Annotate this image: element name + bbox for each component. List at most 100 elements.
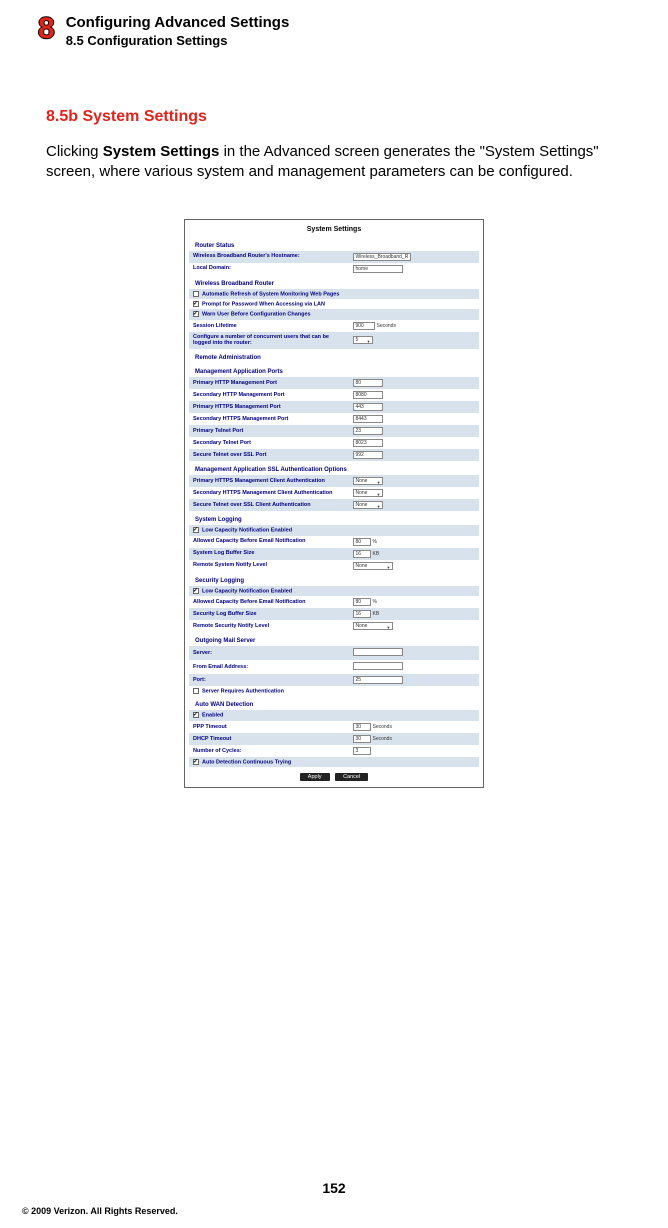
allowed-capacity-input[interactable]: 80 (353, 538, 371, 546)
sec-low-capacity-label: Low Capacity Notification Enabled (202, 588, 292, 594)
secondary-https-auth-select[interactable]: None (353, 489, 383, 497)
sec-low-capacity-checkbox[interactable] (193, 588, 199, 594)
mgmt-ports-label: Management Application Ports (189, 363, 479, 377)
cancel-button[interactable]: Cancel (335, 773, 368, 781)
sec-remote-notify-label: Remote Security Notify Level (189, 620, 349, 632)
prompt-password-checkbox[interactable] (193, 301, 199, 307)
dhcp-timeout-input[interactable]: 30 (353, 735, 371, 743)
content-area: 8.5b System Settings Clicking System Set… (0, 48, 668, 788)
server-auth-checkbox[interactable] (193, 688, 199, 694)
copyright-text: © 2009 Verizon. All Rights Reserved. (22, 1206, 178, 1216)
chapter-number: 8 (38, 14, 54, 44)
primary-telnet-input[interactable]: 23 (353, 427, 383, 435)
dhcp-timeout-label: DHCP Timeout (189, 733, 349, 745)
remote-notify-select[interactable]: None (353, 562, 393, 570)
server-label: Server: (189, 646, 349, 660)
cycles-input[interactable]: 3 (353, 747, 371, 755)
secondary-telnet-input[interactable]: 8023 (353, 439, 383, 447)
secondary-http-input[interactable]: 8080 (353, 391, 383, 399)
ppp-timeout-label: PPP Timeout (189, 721, 349, 733)
auto-wan-label: Auto WAN Detection (189, 696, 479, 710)
dhcp-seconds-unit: Seconds (373, 736, 392, 742)
security-logging-label: Security Logging (189, 572, 479, 586)
ssl-auth-label: Management Application SSL Authenticatio… (189, 461, 479, 475)
primary-https-input[interactable]: 443 (353, 403, 383, 411)
continuous-trying-checkbox[interactable] (193, 759, 199, 765)
button-row: Apply Cancel (189, 767, 479, 781)
secondary-https-label: Secondary HTTPS Management Port (189, 413, 349, 425)
wan-enabled-checkbox[interactable] (193, 712, 199, 718)
warn-changes-checkbox[interactable] (193, 311, 199, 317)
mail-server-label: Outgoing Mail Server (189, 632, 479, 646)
chapter-subtitle: 8.5 Configuration Settings (66, 33, 290, 48)
hostname-label: Wireless Broadband Router's Hostname: (189, 251, 349, 263)
server-input[interactable] (353, 648, 403, 656)
local-domain-input[interactable]: home (353, 265, 403, 273)
sec-buffer-size-input[interactable]: 16 (353, 610, 371, 618)
figure-container: System Settings Router Status Wireless B… (46, 219, 622, 789)
wbr-section-label: Wireless Broadband Router (189, 275, 479, 289)
concurrent-users-select[interactable]: 5 (353, 336, 373, 344)
buffer-size-input[interactable]: 16 (353, 550, 371, 558)
allowed-capacity-label: Allowed Capacity Before Email Notificati… (189, 536, 349, 548)
ssl-telnet-input[interactable]: 992 (353, 451, 383, 459)
mail-server-table: Server: From Email Address: Port:25 Serv… (189, 646, 479, 696)
sec-percent-unit: % (373, 599, 377, 605)
low-capacity-label: Low Capacity Notification Enabled (202, 528, 292, 534)
mail-port-label: Port: (189, 674, 349, 686)
page-number: 152 (0, 1180, 668, 1196)
figure-title: System Settings (189, 224, 479, 237)
secondary-https-input[interactable]: 8443 (353, 415, 383, 423)
from-email-label: From Email Address: (189, 660, 349, 674)
primary-https-auth-select[interactable]: None (353, 477, 383, 485)
cycles-label: Number of Cycles: (189, 745, 349, 757)
mail-port-input[interactable]: 25 (353, 676, 403, 684)
ssl-auth-table: Primary HTTPS Management Client Authenti… (189, 475, 479, 511)
prompt-password-label: Prompt for Password When Accessing via L… (202, 301, 325, 307)
ppp-seconds-unit: Seconds (373, 724, 392, 730)
local-domain-label: Local Domain: (189, 263, 349, 275)
session-lifetime-label: Session Lifetime (189, 320, 349, 332)
sec-buffer-size-label: Security Log Buffer Size (189, 608, 349, 620)
continuous-trying-label: Auto Detection Continuous Trying (202, 759, 291, 765)
section-heading: 8.5b System Settings (46, 108, 622, 126)
sec-allowed-capacity-label: Allowed Capacity Before Email Notificati… (189, 596, 349, 608)
auto-wan-table: Enabled PPP Timeout30Seconds DHCP Timeou… (189, 710, 479, 767)
secondary-https-auth-label: Secondary HTTPS Management Client Authen… (189, 487, 349, 499)
session-lifetime-input[interactable]: 900 (353, 322, 375, 330)
primary-http-input[interactable]: 80 (353, 379, 383, 387)
router-status-table: Wireless Broadband Router's Hostname: Wir… (189, 251, 479, 275)
system-settings-screenshot: System Settings Router Status Wireless B… (184, 219, 484, 789)
buffer-size-label: System Log Buffer Size (189, 548, 349, 560)
router-status-label: Router Status (189, 237, 479, 251)
apply-button[interactable]: Apply (300, 773, 330, 781)
ppp-timeout-input[interactable]: 30 (353, 723, 371, 731)
mgmt-ports-table: Primary HTTP Management Port 80 Secondary… (189, 377, 479, 461)
secondary-http-label: Secondary HTTP Management Port (189, 389, 349, 401)
wbr-table: Automatic Refresh of System Monitoring W… (189, 289, 479, 350)
auto-refresh-label: Automatic Refresh of System Monitoring W… (202, 291, 339, 297)
primary-http-label: Primary HTTP Management Port (189, 377, 349, 389)
auto-refresh-checkbox[interactable] (193, 291, 199, 297)
sec-remote-notify-select[interactable]: None (353, 622, 393, 630)
remote-notify-label: Remote System Notify Level (189, 560, 349, 572)
seconds-unit: Seconds (377, 323, 396, 329)
primary-https-label: Primary HTTPS Management Port (189, 401, 349, 413)
ssl-telnet-label: Secure Telnet over SSL Port (189, 449, 349, 461)
kb-unit: KB (373, 551, 380, 557)
body-paragraph: Clicking System Settings in the Advanced… (46, 142, 622, 183)
secondary-telnet-label: Secondary Telnet Port (189, 437, 349, 449)
secure-telnet-auth-select[interactable]: None (353, 501, 383, 509)
chapter-title: Configuring Advanced Settings (66, 14, 290, 31)
sec-allowed-capacity-input[interactable]: 80 (353, 598, 371, 606)
from-email-input[interactable] (353, 662, 403, 670)
system-logging-label: System Logging (189, 511, 479, 525)
secure-telnet-auth-label: Secure Telnet over SSL Client Authentica… (189, 499, 349, 511)
page-header: 8 Configuring Advanced Settings 8.5 Conf… (0, 0, 668, 48)
primary-telnet-label: Primary Telnet Port (189, 425, 349, 437)
sec-kb-unit: KB (373, 611, 380, 617)
body-text-bold: System Settings (103, 143, 220, 160)
primary-https-auth-label: Primary HTTPS Management Client Authenti… (189, 475, 349, 487)
low-capacity-checkbox[interactable] (193, 527, 199, 533)
hostname-input[interactable]: Wireless_Broadband_R (353, 253, 412, 261)
